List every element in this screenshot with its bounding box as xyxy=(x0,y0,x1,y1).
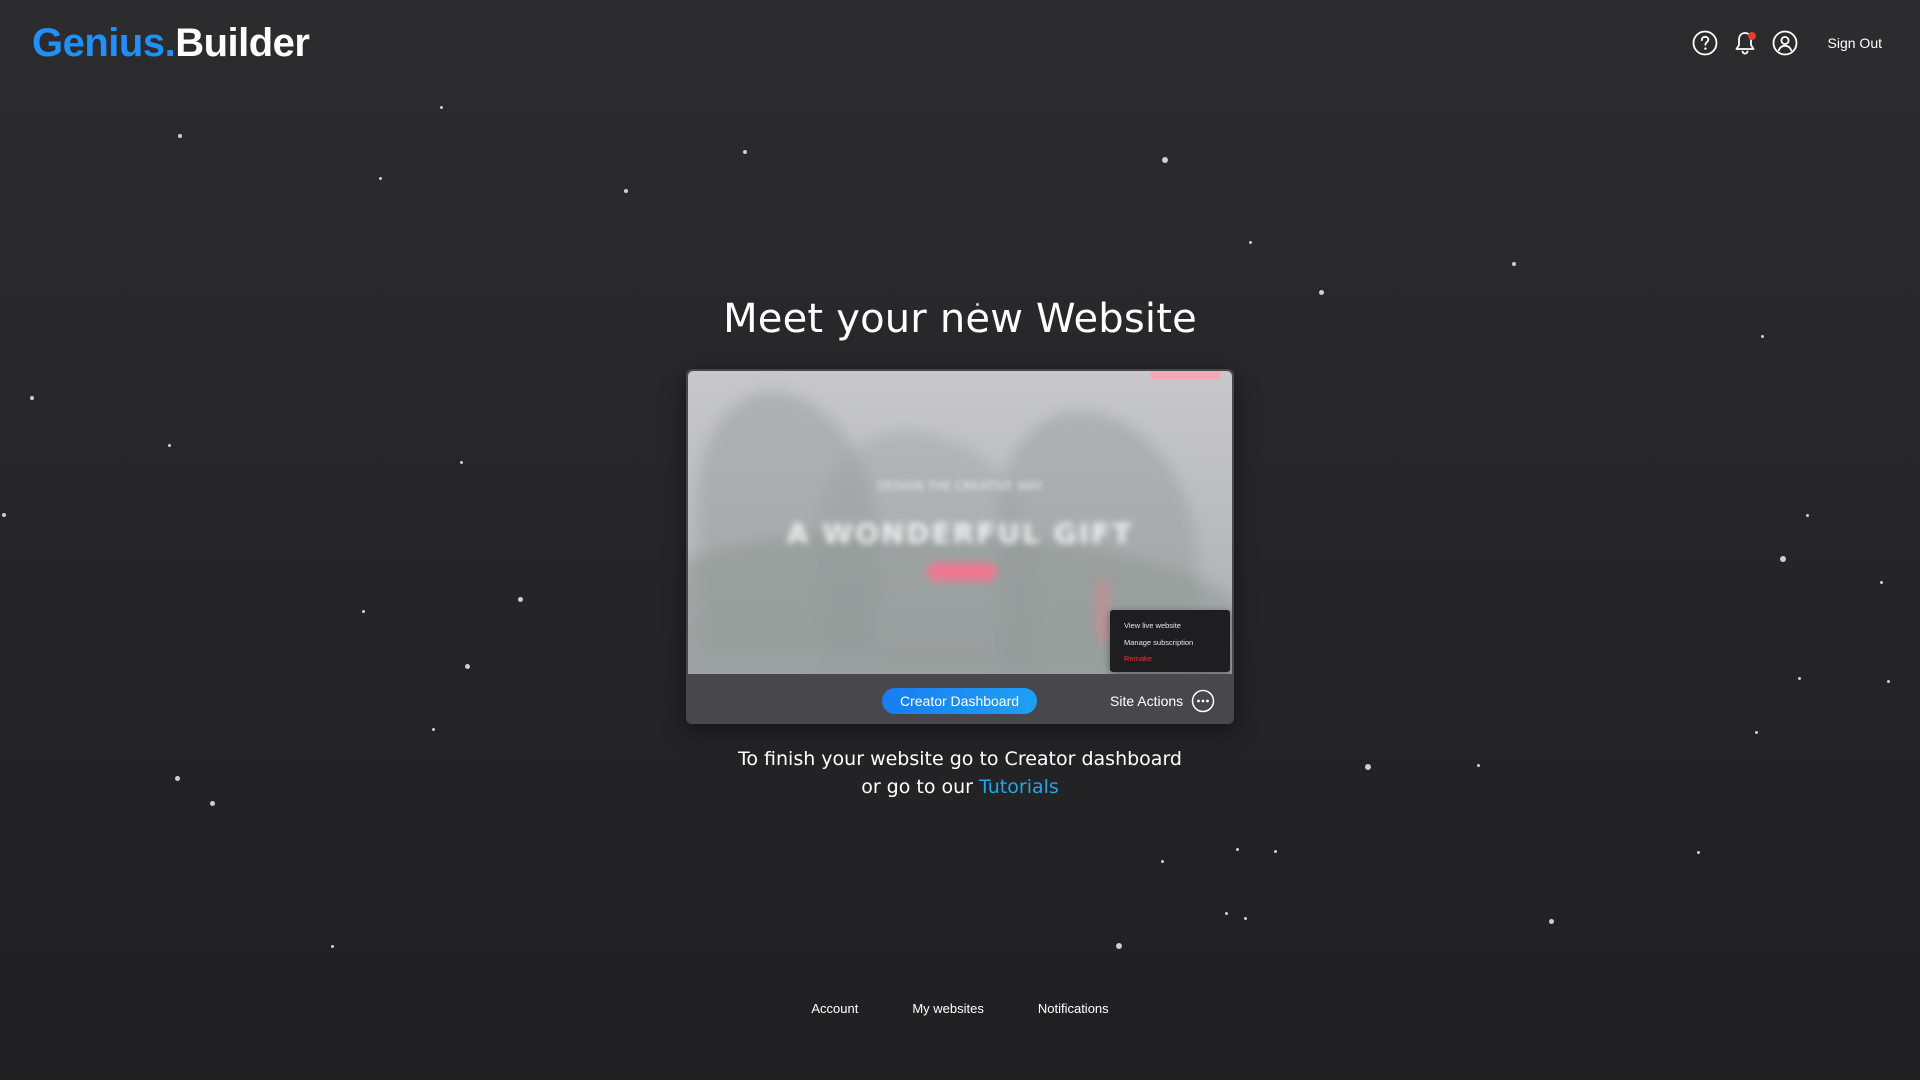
preview-button xyxy=(927,563,997,581)
preview-decoration xyxy=(1096,581,1110,641)
star-dot xyxy=(1160,859,1164,863)
help-icon[interactable] xyxy=(1690,28,1720,58)
tutorials-link[interactable]: Tutorials xyxy=(979,776,1059,798)
preview-topbar xyxy=(1150,371,1220,379)
site-actions-label: Site Actions xyxy=(1110,693,1184,709)
menu-item-manage-subscription[interactable]: Manage subscription xyxy=(1124,638,1193,647)
star-dot xyxy=(178,134,182,138)
star-dot xyxy=(30,396,34,400)
star-dot xyxy=(439,105,443,109)
star-dot xyxy=(1696,850,1700,854)
logo-builder-text: Builder xyxy=(175,21,310,65)
website-card: DESIGN THE CREATIVE WAY A WONDERFUL GIFT… xyxy=(686,369,1234,724)
star-dot xyxy=(743,150,747,154)
logo-genius-text: Genius. xyxy=(32,21,176,65)
star-dot xyxy=(361,609,365,613)
creator-dashboard-button[interactable]: Creator Dashboard xyxy=(882,688,1037,714)
user-account-icon[interactable] xyxy=(1770,28,1800,58)
logo[interactable]: Genius.Builder xyxy=(32,20,310,66)
finish-line-1: To finish your website go to Creator das… xyxy=(738,748,1182,770)
footer-nav: Account My websites Notifications xyxy=(0,1001,1920,1016)
star-dot xyxy=(1273,849,1277,853)
star-dot xyxy=(1797,676,1801,680)
star-dot xyxy=(1780,556,1786,562)
finish-line-2-prefix: or go to our xyxy=(861,776,980,798)
site-actions-button[interactable]: Site Actions xyxy=(1110,688,1215,714)
star-dot xyxy=(1162,157,1168,163)
star-dot xyxy=(1243,916,1247,920)
menu-item-remake[interactable]: Remake xyxy=(1124,654,1152,663)
header-actions: Sign Out xyxy=(1680,26,1882,60)
star-dot xyxy=(378,176,382,180)
star-dot xyxy=(1879,580,1883,584)
star-dot xyxy=(517,596,523,602)
preview-subtitle: DESIGN THE CREATIVE WAY xyxy=(877,479,1043,493)
website-preview-thumbnail[interactable]: DESIGN THE CREATIVE WAY A WONDERFUL GIFT… xyxy=(688,371,1232,674)
star-dot xyxy=(2,513,6,517)
star-dot xyxy=(1754,730,1758,734)
star-dot xyxy=(1886,679,1890,683)
page-title: Meet your new Website xyxy=(723,296,1197,342)
footer-link-notifications[interactable]: Notifications xyxy=(1038,1001,1109,1016)
footer-link-account[interactable]: Account xyxy=(811,1001,858,1016)
sign-out-link[interactable]: Sign Out xyxy=(1828,35,1882,51)
star-dot xyxy=(330,944,334,948)
star-dot xyxy=(624,189,628,193)
notification-badge xyxy=(1747,32,1756,40)
star-dot xyxy=(209,800,215,806)
star-dot xyxy=(1116,943,1122,949)
footer-link-my-websites[interactable]: My websites xyxy=(912,1001,984,1016)
preview-title: A WONDERFUL GIFT xyxy=(786,517,1134,550)
star-dot xyxy=(1512,262,1516,266)
site-actions-menu: View live website Manage subscription Re… xyxy=(1110,610,1230,672)
menu-item-view-live[interactable]: View live website xyxy=(1124,621,1181,630)
star-dot xyxy=(167,443,171,447)
finish-instructions: To finish your website go to Creator das… xyxy=(0,745,1920,801)
finish-line-2: or go to our Tutorials xyxy=(0,773,1920,801)
more-horizontal-icon xyxy=(1191,689,1215,713)
card-footer: Creator Dashboard Site Actions xyxy=(686,674,1234,724)
star-dot xyxy=(1548,918,1554,924)
star-dot xyxy=(1248,240,1252,244)
star-dot xyxy=(1235,847,1239,851)
star-dot xyxy=(1318,289,1324,295)
star-dot xyxy=(1805,513,1809,517)
star-dot xyxy=(459,460,463,464)
star-dot xyxy=(464,663,470,669)
star-dot xyxy=(431,727,435,731)
bell-icon[interactable] xyxy=(1730,28,1760,58)
star-dot xyxy=(1224,911,1228,915)
